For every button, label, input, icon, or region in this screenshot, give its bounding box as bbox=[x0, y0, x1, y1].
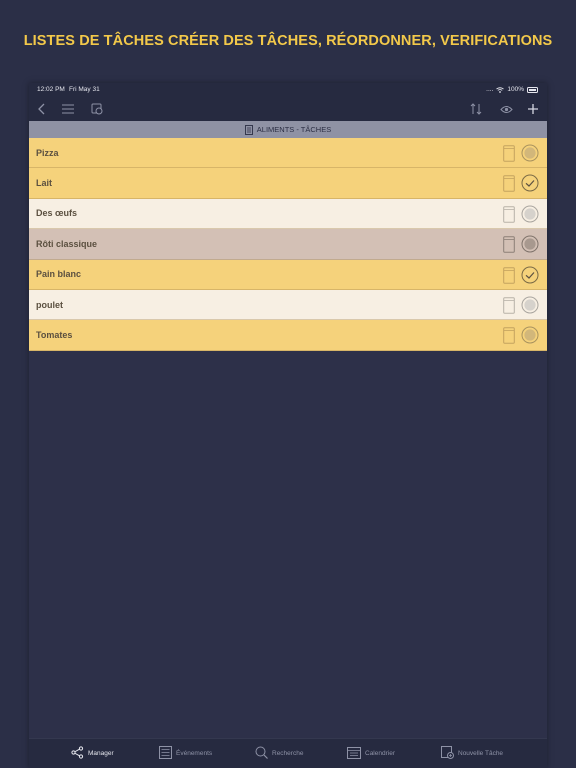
tab-label: Événements bbox=[176, 750, 213, 757]
check-circle-icon[interactable] bbox=[521, 326, 539, 349]
task-row[interactable]: Tomates bbox=[29, 320, 547, 351]
plus-icon[interactable] bbox=[525, 101, 541, 117]
list-doc-icon bbox=[244, 124, 253, 135]
tab-label: Manager bbox=[88, 750, 114, 757]
share-icon bbox=[71, 746, 84, 761]
task-row[interactable]: Des œufs bbox=[29, 198, 547, 230]
task-row[interactable]: Lait bbox=[29, 168, 547, 199]
list-header: ALIMENTS - TÂCHES bbox=[29, 121, 547, 138]
search-icon bbox=[255, 746, 268, 761]
top-toolbar bbox=[29, 97, 547, 121]
note-icon[interactable] bbox=[503, 327, 515, 349]
task-label: Lait bbox=[36, 178, 53, 189]
task-list: Pizza Lait Des œufs Rôti classique Pain … bbox=[29, 138, 547, 351]
status-time: 12:02 PM bbox=[37, 86, 65, 93]
menu-icon[interactable] bbox=[60, 101, 76, 117]
checked-circle-icon[interactable] bbox=[521, 266, 539, 289]
note-icon[interactable] bbox=[503, 175, 515, 197]
note-icon[interactable] bbox=[503, 205, 515, 228]
task-row[interactable]: Pizza bbox=[29, 138, 547, 169]
note-icon[interactable] bbox=[503, 145, 515, 167]
tab-événements[interactable]: Événements bbox=[159, 746, 212, 761]
promo-title: LISTES DE TÂCHES CRÉER DES TÂCHES, RÉORD… bbox=[23, 33, 553, 49]
new-task-icon bbox=[441, 746, 454, 761]
check-circle-icon[interactable] bbox=[521, 296, 539, 319]
tab-bar: Manager Événements Recherche Calendrier Nouv… bbox=[29, 738, 547, 768]
task-label: Pain blanc bbox=[36, 269, 82, 280]
task-row[interactable]: poulet bbox=[29, 289, 547, 321]
list-icon bbox=[159, 746, 172, 761]
task-label: Des œufs bbox=[36, 208, 78, 219]
task-row[interactable]: Pain blanc bbox=[29, 259, 547, 290]
battery-icon bbox=[527, 86, 538, 93]
wifi-icon bbox=[496, 86, 505, 93]
tab-label: Calendrier bbox=[365, 750, 395, 757]
signal-indicator: .... bbox=[486, 86, 494, 93]
note-icon[interactable] bbox=[503, 266, 515, 289]
tab-label: Recherche bbox=[272, 750, 304, 757]
tab-label: Nouvelle Tâche bbox=[458, 750, 504, 757]
task-row[interactable]: Rôti classique bbox=[29, 229, 547, 260]
tab-manager[interactable]: Manager bbox=[71, 746, 114, 761]
sync-icon[interactable] bbox=[89, 101, 105, 117]
battery-percent: 100% bbox=[507, 86, 524, 93]
status-date: Fri May 31 bbox=[69, 86, 100, 93]
eye-icon[interactable] bbox=[498, 101, 514, 117]
list-title: ALIMENTS - TÂCHES bbox=[256, 125, 332, 134]
status-right: .... 100% bbox=[486, 86, 538, 93]
task-label: poulet bbox=[36, 299, 63, 310]
status-bar: 12:02 PM Fri May 31 .... 100% bbox=[29, 83, 547, 97]
note-icon[interactable] bbox=[503, 236, 515, 258]
check-circle-icon[interactable] bbox=[521, 144, 539, 167]
device-screen: 12:02 PM Fri May 31 .... 100% ALIMENTS -… bbox=[29, 83, 547, 768]
calendar-icon bbox=[347, 746, 361, 761]
sort-icon[interactable] bbox=[468, 101, 484, 117]
tab-nouvelle-tâche[interactable]: Nouvelle Tâche bbox=[441, 746, 503, 761]
check-circle-icon[interactable] bbox=[521, 205, 539, 228]
tab-calendrier[interactable]: Calendrier bbox=[347, 746, 395, 761]
task-label: Pizza bbox=[36, 147, 59, 158]
task-label: Rôti classique bbox=[36, 238, 98, 249]
note-icon[interactable] bbox=[503, 297, 515, 319]
check-circle-icon[interactable] bbox=[521, 235, 539, 258]
checked-circle-icon[interactable] bbox=[521, 174, 539, 197]
back-icon[interactable] bbox=[34, 101, 50, 117]
tab-recherche[interactable]: Recherche bbox=[255, 746, 303, 761]
task-label: Tomates bbox=[36, 330, 73, 341]
